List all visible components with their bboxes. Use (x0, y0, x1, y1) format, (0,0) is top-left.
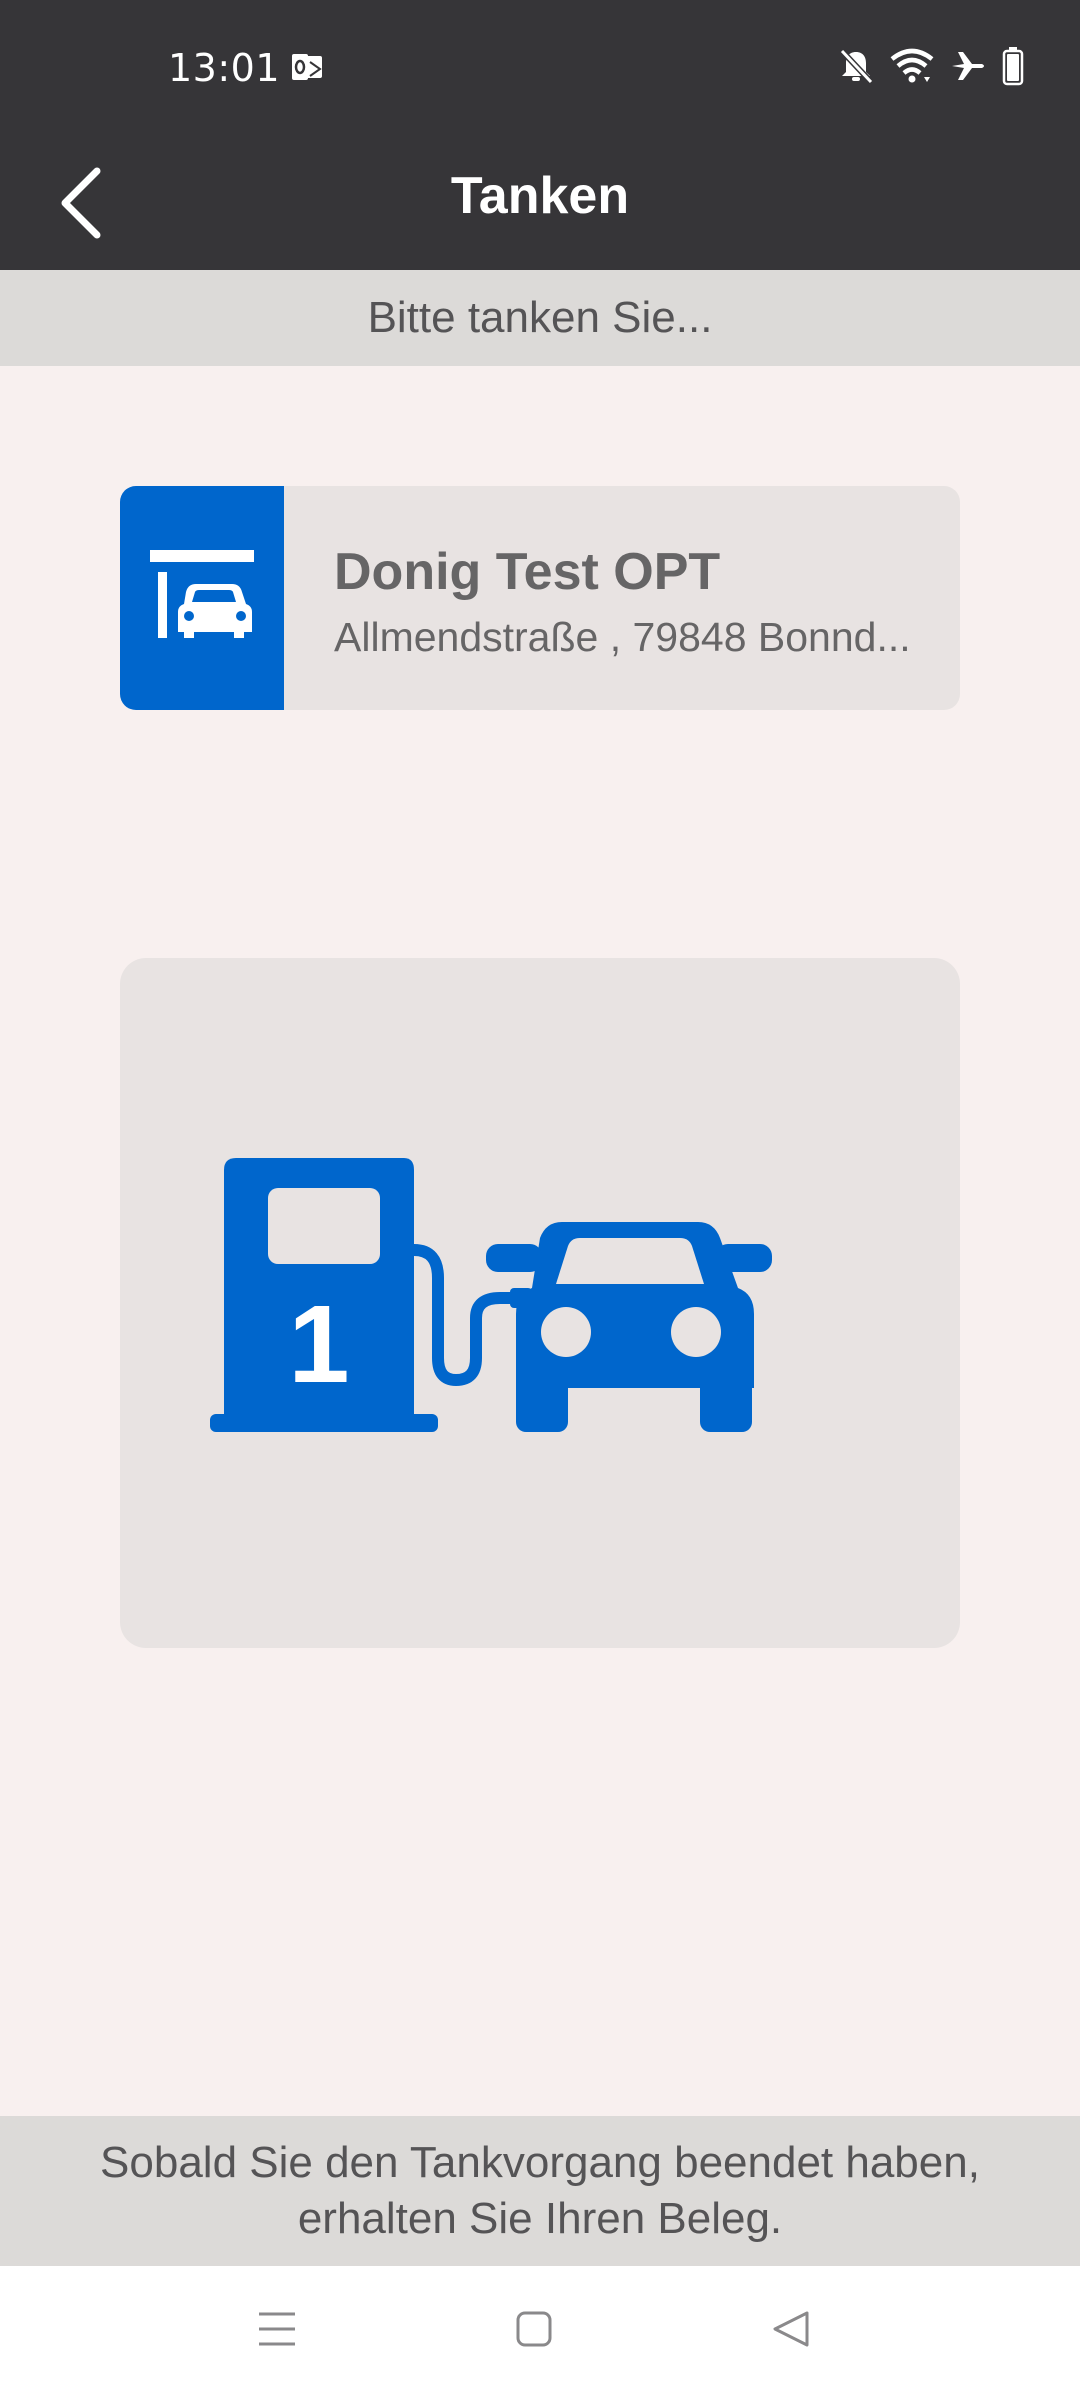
pump-number: 1 (288, 1283, 349, 1406)
nav-home-button[interactable] (489, 2296, 579, 2366)
menu-icon (257, 2310, 297, 2353)
instruction-text: Bitte tanken Sie... (367, 293, 713, 342)
station-address: Allmendstraße , 79848 Bonnd... (334, 614, 911, 660)
receipt-info-banner: Sobald Sie den Tankvorgang beendet haben… (0, 2116, 1080, 2266)
app-bar: Tanken (0, 140, 1080, 270)
airplane-icon (948, 48, 988, 89)
fuel-pump-car-icon: 1 (210, 1158, 870, 1453)
bell-off-icon (836, 46, 876, 91)
system-nav-bar (0, 2266, 1080, 2400)
nav-menu-button[interactable] (232, 2296, 322, 2366)
status-bar: 13:01 (0, 0, 1080, 140)
station-card: Donig Test OPT Allmendstraße , 79848 Bon… (120, 486, 960, 710)
home-icon (515, 2310, 553, 2353)
page-title: Tanken (450, 167, 630, 225)
gas-station-car-icon (150, 549, 254, 647)
status-time: 13:01 (168, 46, 281, 90)
pump-panel: 1 (120, 958, 960, 1648)
status-icons (836, 44, 1024, 92)
receipt-info-line-1: Sobald Sie den Tankvorgang beendet haben… (100, 2138, 980, 2187)
station-icon-box (120, 486, 284, 710)
nav-back-button[interactable] (746, 2296, 836, 2366)
station-name: Donig Test OPT (334, 543, 721, 601)
wifi-icon (890, 47, 934, 90)
instruction-banner: Bitte tanken Sie... (0, 270, 1080, 366)
back-icon (771, 2309, 811, 2354)
receipt-info-line-2: erhalten Sie Ihren Beleg. (297, 2194, 783, 2243)
outlook-notification-icon (290, 52, 324, 87)
battery-icon (1002, 46, 1024, 91)
